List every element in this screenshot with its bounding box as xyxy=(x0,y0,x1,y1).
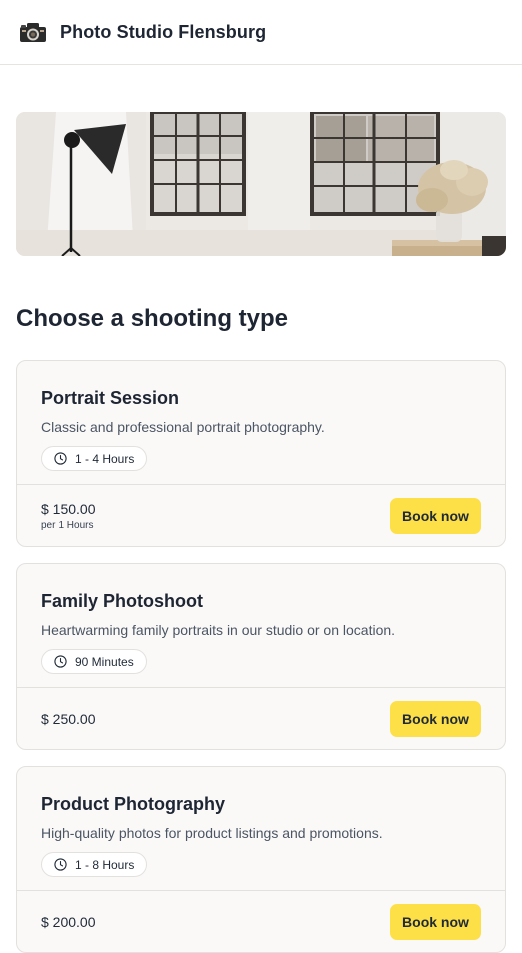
price-text: $ 250.00 xyxy=(41,711,96,727)
duration-text: 1 - 8 Hours xyxy=(75,857,135,872)
card-description: Heartwarming family portraits in our stu… xyxy=(41,622,396,638)
duration-badge: 1 - 8 Hours xyxy=(41,852,148,877)
price-unit: per 1 Hours xyxy=(41,520,96,531)
shooting-card-product[interactable]: Product Photography High-quality photos … xyxy=(16,766,506,953)
book-now-button[interactable]: Book now xyxy=(390,701,481,737)
card-description: Classic and professional portrait photog… xyxy=(41,419,325,435)
book-now-button[interactable]: Book now xyxy=(390,904,481,940)
shooting-card-portrait[interactable]: Portrait Session Classic and professiona… xyxy=(16,360,506,547)
studio-photo xyxy=(16,112,506,256)
app-header: Photo Studio Flensburg xyxy=(0,0,522,65)
card-description: High-quality photos for product listings… xyxy=(41,825,383,841)
book-now-button[interactable]: Book now xyxy=(390,498,481,534)
per-label: per xyxy=(41,520,56,531)
card-title[interactable]: Portrait Session xyxy=(41,388,481,409)
camera-logo-icon[interactable] xyxy=(19,21,47,43)
clock-icon xyxy=(54,655,67,668)
brand-name[interactable]: Photo Studio Flensburg xyxy=(60,22,266,43)
per-value: 1 Hours xyxy=(58,520,94,531)
card-title[interactable]: Product Photography xyxy=(41,794,481,815)
duration-text: 1 - 4 Hours xyxy=(75,451,135,466)
section-title: Choose a shooting type xyxy=(16,305,289,332)
card-title[interactable]: Family Photoshoot xyxy=(41,591,481,612)
shooting-card-family[interactable]: Family Photoshoot Heartwarming family po… xyxy=(16,563,506,750)
price-text: $ 200.00 xyxy=(41,914,96,930)
hero-image xyxy=(16,112,506,256)
duration-badge: 90 Minutes xyxy=(41,649,147,674)
clock-icon xyxy=(54,858,67,871)
duration-text: 90 Minutes xyxy=(75,654,134,669)
clock-icon xyxy=(54,452,67,465)
duration-badge: 1 - 4 Hours xyxy=(41,446,148,471)
price-text: $ 150.00 xyxy=(41,501,96,517)
